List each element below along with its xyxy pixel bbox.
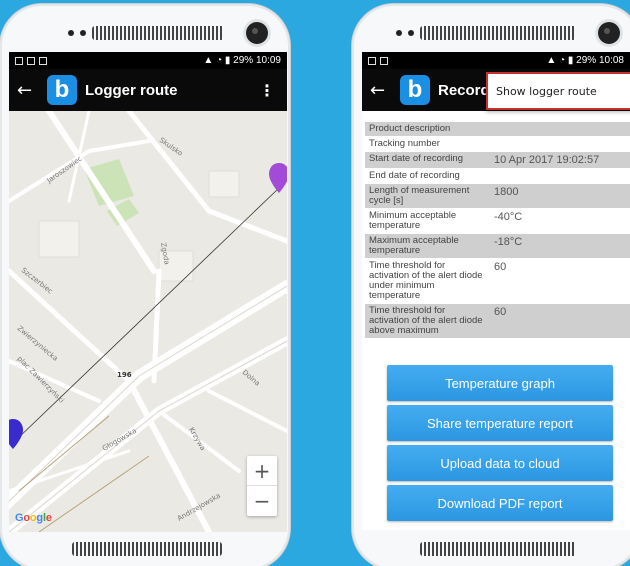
table-row: Product description (365, 122, 630, 137)
more-vert-icon[interactable]: ⋮ (259, 81, 275, 100)
top-speaker (420, 26, 576, 40)
action-buttons: Temperature graph Share temperature repo… (387, 365, 613, 525)
phone-right: ▲ ◔ ▮ 29% 10:08 ← b Record Show logger r… (352, 4, 630, 566)
phone-left: ▲ ◔ ▮ 29% 10:09 ← b Logger route ⋮ Jaros… (0, 4, 290, 566)
bottom-speaker (72, 542, 222, 556)
row-label: End date of recording (369, 169, 460, 181)
battery-level: 29% (576, 55, 597, 66)
road-number: 196 (117, 371, 132, 379)
table-row: Tracking number (365, 136, 630, 152)
arrow-left-icon[interactable]: ← (370, 80, 394, 101)
row-value (490, 137, 630, 151)
table-row: Time threshold for activation of the ale… (365, 258, 630, 304)
row-value (490, 169, 630, 183)
app-logo: b (400, 75, 430, 105)
zoom-out-button[interactable]: − (247, 486, 277, 516)
screen-map: ▲ ◔ ▮ 29% 10:09 ← b Logger route ⋮ Jaros… (9, 52, 287, 532)
row-value: -18°C (494, 235, 523, 248)
status-bar: ▲ ◔ ▮ 29% 10:09 (9, 52, 287, 69)
status-time: 10:09 (255, 55, 281, 66)
table-row: Length of measurement cycle [s] 1800 (365, 183, 630, 209)
google-logo: Google (15, 512, 52, 524)
app-bar: ← b Logger route ⋮ (9, 69, 287, 111)
camera (246, 22, 268, 44)
row-label: Start date of recording (369, 152, 463, 164)
map-canvas: Jaroszowiec Skulsko Szczerbiec Zgoda Zwi… (9, 108, 287, 532)
row-label: Tracking number (369, 137, 440, 149)
row-value: -40°C (494, 210, 523, 223)
earpiece-dots (68, 30, 86, 36)
row-value: 60 (494, 260, 507, 273)
status-bar: ▲ ◔ ▮ 29% 10:08 (362, 52, 630, 69)
row-label: Maximum acceptable temperature (369, 234, 459, 256)
camera (598, 22, 620, 44)
map-view[interactable]: Jaroszowiec Skulsko Szczerbiec Zgoda Zwi… (9, 108, 287, 532)
share-temperature-report-button[interactable]: Share temperature report (387, 405, 613, 441)
zoom-controls: + − (247, 456, 277, 516)
row-label: Time threshold for activation of the ale… (369, 259, 483, 301)
row-value: 60 (494, 305, 507, 318)
page-title: Record (438, 81, 490, 99)
temperature-graph-button[interactable]: Temperature graph (387, 365, 613, 401)
row-value: 10 Apr 2017 19:02:57 (494, 153, 600, 166)
screen-record: ▲ ◔ ▮ 29% 10:08 ← b Record Show logger r… (362, 52, 630, 530)
upload-data-to-cloud-button[interactable]: Upload data to cloud (387, 445, 613, 481)
status-right: ▲ ◔ ▮ 29% 10:09 (203, 55, 281, 66)
notification-icons (368, 56, 388, 65)
page-title: Logger route (85, 81, 178, 99)
menu-item-show-logger-route[interactable]: Show logger route (486, 72, 630, 110)
earpiece-dots (396, 30, 414, 36)
zoom-in-button[interactable]: + (247, 456, 277, 486)
record-details-table: Product description Tracking number Star… (365, 122, 630, 339)
app-logo: b (47, 75, 77, 105)
table-row: End date of recording (365, 168, 630, 184)
row-value (490, 122, 630, 136)
top-speaker (92, 26, 224, 40)
table-row: Minimum acceptable temperature -40°C (365, 208, 630, 234)
download-pdf-report-button[interactable]: Download PDF report (387, 485, 613, 521)
row-label: Time threshold for activation of the ale… (369, 304, 483, 336)
row-value: 1800 (494, 185, 519, 198)
status-right: ▲ ◔ ▮ 29% 10:08 (546, 55, 624, 66)
battery-level: 29% (233, 55, 254, 66)
arrow-left-icon[interactable]: ← (17, 80, 41, 101)
notification-icons (15, 56, 47, 65)
row-label: Minimum acceptable temperature (369, 209, 457, 231)
row-label: Length of measurement cycle [s] (369, 184, 470, 206)
row-label: Product description (369, 123, 451, 134)
table-row: Time threshold for activation of the ale… (365, 303, 630, 339)
status-time: 10:08 (598, 55, 624, 66)
bottom-speaker (420, 542, 576, 556)
table-row: Maximum acceptable temperature -18°C (365, 233, 630, 259)
table-row: Start date of recording 10 Apr 2017 19:02… (365, 151, 630, 169)
